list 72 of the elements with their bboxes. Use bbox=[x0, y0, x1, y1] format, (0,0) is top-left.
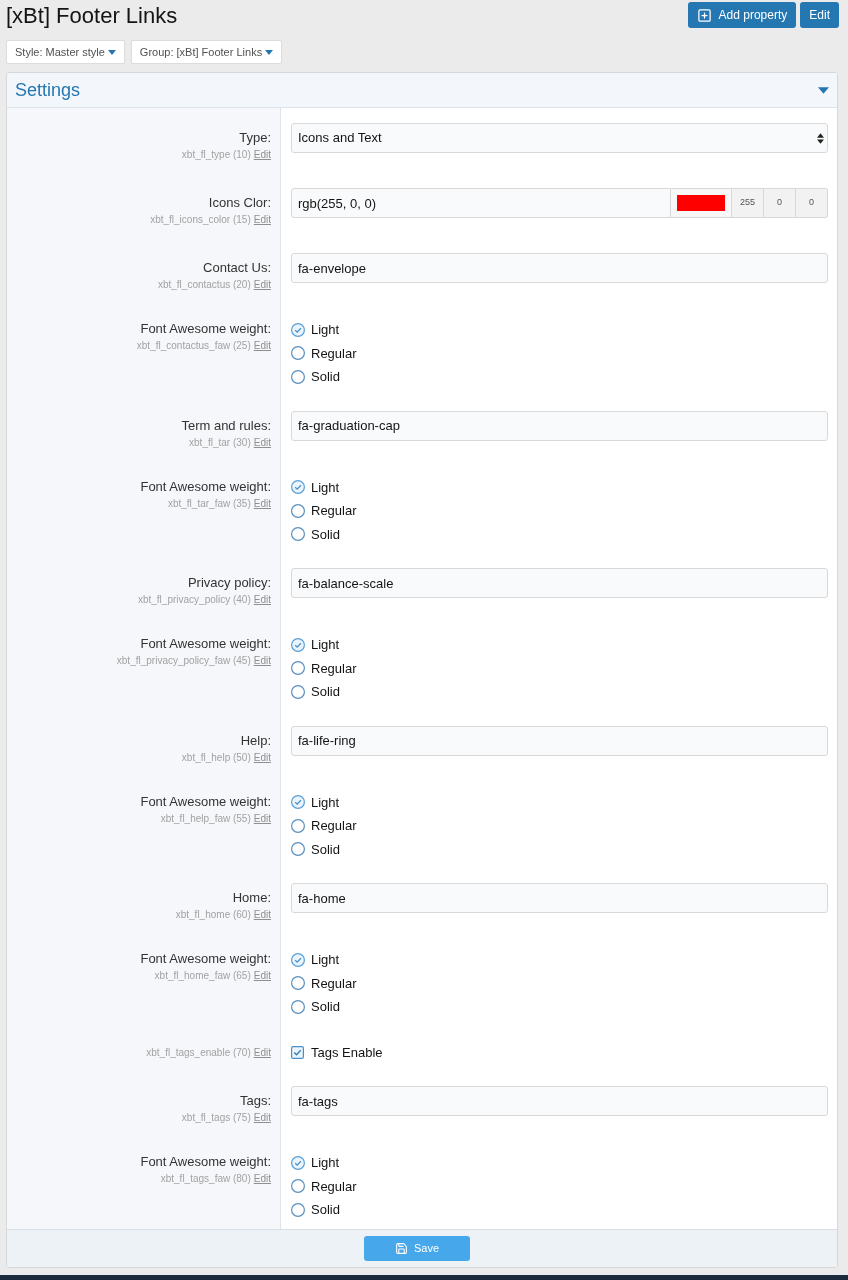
caret-down-icon bbox=[818, 86, 829, 94]
type-select[interactable]: Icons and Text bbox=[291, 123, 828, 153]
checkbox-option[interactable]: Tags Enable bbox=[291, 1040, 383, 1064]
radio-option[interactable]: Regular bbox=[291, 656, 357, 680]
radio-option[interactable]: Light bbox=[291, 1151, 340, 1175]
field-label: Type: bbox=[239, 129, 271, 147]
radio-option[interactable]: Light bbox=[291, 948, 340, 972]
channel-value: 255 bbox=[732, 188, 764, 218]
option-id-text: xbt_fl_tags_enable (70) bbox=[146, 1045, 251, 1059]
radio-option[interactable]: Regular bbox=[291, 1174, 357, 1198]
radio-option[interactable]: Light bbox=[291, 790, 340, 814]
caret-down-icon bbox=[265, 49, 274, 55]
radio-option[interactable]: Regular bbox=[291, 499, 357, 523]
text-input[interactable]: fa-life-ring bbox=[291, 725, 828, 756]
field-label: Font Awesome weight: bbox=[140, 950, 271, 968]
channel-value: 0 bbox=[796, 188, 828, 218]
radio-option[interactable]: Solid bbox=[291, 1198, 340, 1222]
add-property-button[interactable]: Add property bbox=[687, 2, 797, 28]
radio-option[interactable]: Solid bbox=[291, 522, 340, 546]
option-id-text: xbt_fl_home (60) bbox=[175, 908, 251, 921]
page-title: [xBt] Footer Links bbox=[6, 2, 178, 30]
radio-option[interactable]: Regular bbox=[291, 341, 357, 365]
color-picker-button[interactable] bbox=[671, 188, 732, 218]
square-plus-icon bbox=[696, 7, 712, 23]
edit-button[interactable]: Edit bbox=[800, 2, 839, 28]
option-id-text: xbt_fl_contactus (20) bbox=[157, 278, 251, 291]
up-down-caret-icon bbox=[817, 132, 824, 144]
dropdown-button[interactable]: Style: Master style bbox=[6, 40, 125, 64]
caret-down-icon bbox=[107, 49, 116, 55]
option-id-text: xbt_fl_contactus_faw (25) bbox=[136, 339, 251, 352]
panel-title: Settings bbox=[15, 79, 81, 102]
field-label: Tags: bbox=[239, 1092, 271, 1110]
dropdown-button[interactable]: Group: [xBt] Footer Links bbox=[130, 40, 283, 64]
radio-option[interactable]: Solid bbox=[291, 365, 340, 389]
option-id-text: xbt_fl_tar (30) bbox=[189, 435, 251, 449]
radio-option[interactable]: Light bbox=[291, 633, 340, 657]
panel-header[interactable]: Settings bbox=[7, 73, 837, 108]
field-label: Term and rules: bbox=[181, 416, 271, 435]
text-input[interactable]: fa-graduation-cap bbox=[291, 410, 828, 441]
radio-option[interactable]: Light bbox=[291, 475, 340, 499]
option-id-text: xbt_fl_help (50) bbox=[181, 750, 251, 764]
option-id-text: xbt_fl_privacy_policy_faw (45) bbox=[116, 654, 251, 667]
field-label: Font Awesome weight: bbox=[140, 477, 271, 496]
option-id-text: xbt_fl_tags_faw (80) bbox=[160, 1172, 251, 1185]
option-id-text: xbt_fl_privacy_policy (40) bbox=[137, 593, 251, 606]
field-label: Contact Us: bbox=[203, 259, 271, 277]
color-input[interactable]: rgb(255, 0, 0) bbox=[291, 188, 671, 218]
radio-option[interactable]: Regular bbox=[291, 971, 357, 995]
radio-option[interactable]: Solid bbox=[291, 837, 340, 861]
radio-option[interactable]: Solid bbox=[291, 680, 340, 704]
field-label: Font Awesome weight: bbox=[140, 320, 271, 338]
option-id-text: xbt_fl_tar_faw (35) bbox=[167, 496, 251, 510]
radio-option[interactable]: Regular bbox=[291, 814, 357, 838]
text-input[interactable]: fa-home bbox=[291, 883, 828, 913]
field-label: Font Awesome weight: bbox=[140, 635, 271, 653]
text-input[interactable]: fa-tags bbox=[291, 1086, 828, 1116]
option-id-text: xbt_fl_tags (75) bbox=[181, 1111, 251, 1124]
field-label: Home: bbox=[232, 889, 271, 907]
field-label: Icons Clor: bbox=[208, 194, 271, 212]
field-label: Privacy policy: bbox=[187, 574, 271, 592]
text-input[interactable]: fa-envelope bbox=[291, 253, 828, 283]
option-id-text: xbt_fl_type (10) bbox=[181, 148, 251, 161]
channel-value: 0 bbox=[764, 188, 796, 218]
option-id-text: xbt_fl_home_faw (65) bbox=[154, 969, 251, 982]
field-label: Help: bbox=[240, 731, 271, 750]
radio-option[interactable]: Solid bbox=[291, 995, 340, 1019]
radio-option[interactable]: Light bbox=[291, 318, 340, 342]
field-label: Font Awesome weight: bbox=[140, 1153, 271, 1171]
text-input[interactable]: fa-balance-scale bbox=[291, 568, 828, 598]
option-id-text: xbt_fl_help_faw (55) bbox=[160, 811, 251, 825]
option-id-text: xbt_fl_icons_color (15) bbox=[150, 213, 251, 226]
field-label: Font Awesome weight: bbox=[140, 792, 271, 811]
